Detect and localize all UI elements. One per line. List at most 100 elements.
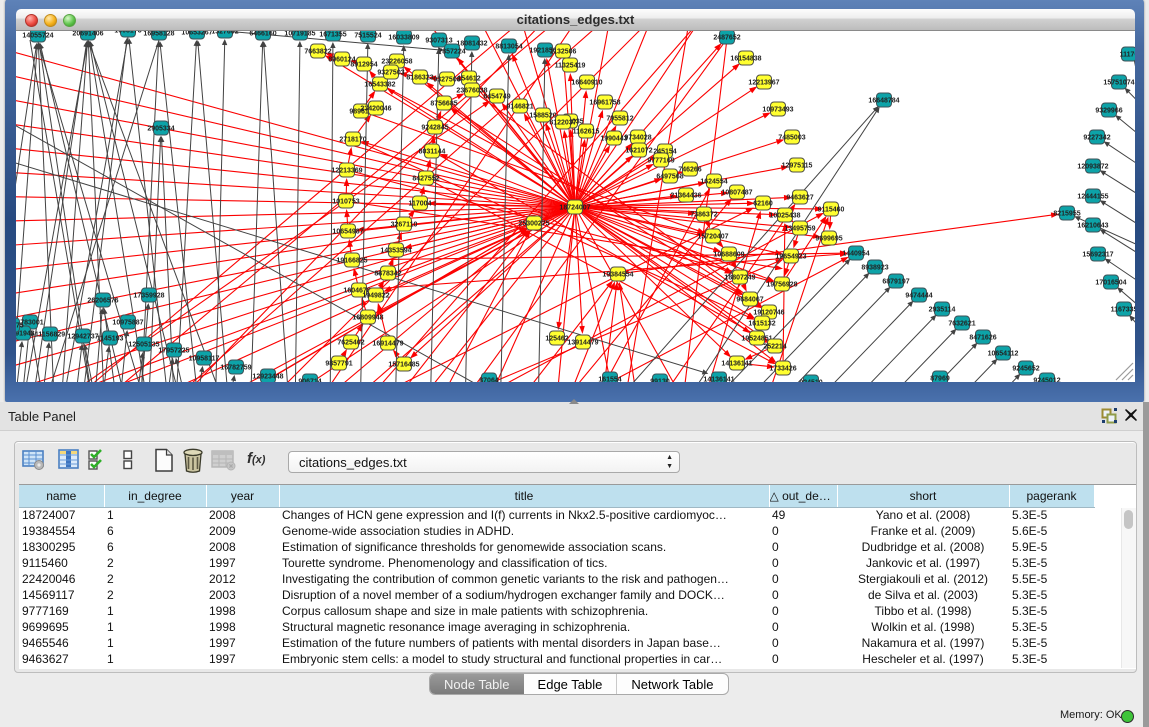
svg-text:1010753: 1010753 <box>332 199 359 206</box>
svg-text:10719185: 10719185 <box>284 31 315 38</box>
svg-text:8122037: 8122037 <box>549 120 576 127</box>
svg-text:9115460: 9115460 <box>818 207 845 214</box>
svg-text:1132506: 1132506 <box>550 49 577 56</box>
svg-text:16914479: 16914479 <box>372 341 403 348</box>
svg-text:2905334: 2905334 <box>147 126 174 133</box>
svg-text:8427552: 8427552 <box>412 176 439 183</box>
svg-text:87969: 87969 <box>930 376 950 383</box>
svg-text:19120746: 19120746 <box>753 310 784 317</box>
svg-text:16809948: 16809948 <box>352 315 383 322</box>
svg-text:10654987: 10654987 <box>332 229 363 236</box>
svg-text:16543382: 16543382 <box>364 82 395 89</box>
svg-text:17016504: 17016504 <box>1095 280 1126 287</box>
svg-text:1615132: 1615132 <box>748 321 775 328</box>
svg-text:16154838: 16154838 <box>730 56 761 63</box>
svg-text:87064: 87064 <box>479 378 499 383</box>
svg-text:10688609: 10688609 <box>713 252 744 259</box>
svg-text:9463627: 9463627 <box>786 195 813 202</box>
svg-text:7663822: 7663822 <box>304 49 331 56</box>
svg-text:1624554: 1624554 <box>700 179 727 186</box>
svg-text:9146821: 9146821 <box>506 104 533 111</box>
svg-text:1733426: 1733426 <box>769 366 796 373</box>
svg-text:12975115: 12975115 <box>782 163 813 170</box>
svg-text:23226058: 23226058 <box>381 59 412 66</box>
svg-text:2487652: 2487652 <box>713 35 740 42</box>
svg-text:117004: 117004 <box>409 201 432 208</box>
svg-text:9245012: 9245012 <box>1033 378 1060 383</box>
svg-text:9227342: 9227342 <box>1083 135 1110 142</box>
svg-text:12093872: 12093872 <box>1077 164 1108 171</box>
svg-text:125462: 125462 <box>545 336 568 343</box>
svg-text:1588520: 1588520 <box>529 113 556 120</box>
svg-text:16648784: 16648784 <box>868 98 899 105</box>
svg-text:12923448: 12923448 <box>252 374 283 381</box>
svg-text:13914479: 13914479 <box>567 340 598 347</box>
svg-text:9327503: 9327503 <box>377 70 404 77</box>
svg-text:16958128: 16958128 <box>143 31 174 38</box>
svg-text:8912954: 8912954 <box>350 62 377 69</box>
svg-text:16210643: 16210643 <box>1077 223 1108 230</box>
svg-text:924510: 924510 <box>799 380 822 383</box>
svg-text:10653267: 10653267 <box>181 31 212 37</box>
svg-text:7632621: 7632621 <box>948 321 975 328</box>
svg-text:3267110: 3267110 <box>391 222 418 229</box>
svg-text:12444155: 12444155 <box>1077 194 1108 201</box>
svg-text:12942737: 12942737 <box>67 334 98 341</box>
svg-text:13495759: 13495759 <box>784 226 815 233</box>
svg-text:17957225: 17957225 <box>158 348 189 355</box>
svg-text:8031144: 8031144 <box>419 149 446 156</box>
svg-text:14055724: 14055724 <box>22 33 53 40</box>
svg-text:7625402: 7625402 <box>337 340 364 347</box>
svg-text:910075: 910075 <box>16 323 24 330</box>
svg-text:8756685: 8756685 <box>430 101 457 108</box>
svg-text:11156829: 11156829 <box>35 332 65 339</box>
svg-text:9684067: 9684067 <box>736 297 763 304</box>
svg-text:16033809: 16033809 <box>388 35 419 42</box>
svg-text:8938923: 8938923 <box>861 265 888 272</box>
svg-text:14136141: 14136141 <box>703 377 734 383</box>
svg-text:9242845: 9242845 <box>421 125 448 132</box>
svg-text:15692317: 15692317 <box>1082 252 1113 259</box>
svg-text:25300275: 25300275 <box>518 221 549 228</box>
svg-text:1162615: 1162615 <box>573 129 600 136</box>
svg-text:16782759: 16782759 <box>220 365 251 372</box>
svg-text:1621072: 1621072 <box>625 148 652 155</box>
svg-text:23420046: 23420046 <box>360 106 391 113</box>
svg-text:14136141: 14136141 <box>721 361 752 368</box>
svg-text:1949822: 1949822 <box>362 293 389 300</box>
svg-text:12213369: 12213369 <box>331 168 362 175</box>
svg-text:9329966: 9329966 <box>1095 108 1122 115</box>
svg-text:9734028: 9734028 <box>624 135 651 142</box>
svg-text:1003173: 1003173 <box>114 31 141 35</box>
svg-text:8186323: 8186323 <box>406 75 433 82</box>
svg-text:2935114: 2935114 <box>929 307 956 314</box>
svg-text:8471626: 8471626 <box>969 335 996 342</box>
svg-text:252214: 252214 <box>763 344 786 351</box>
svg-text:15716485: 15716485 <box>388 362 419 369</box>
svg-text:17359928: 17359928 <box>133 293 164 300</box>
svg-text:19384554: 19384554 <box>602 272 633 279</box>
svg-text:16961758: 16961758 <box>589 100 620 107</box>
svg-text:10958117: 10958117 <box>189 356 220 363</box>
svg-text:9245652: 9245652 <box>1012 366 1039 373</box>
svg-text:9307313: 9307313 <box>425 38 452 45</box>
svg-text:6879197: 6879197 <box>882 279 909 286</box>
svg-text:18807249: 18807249 <box>724 275 755 282</box>
svg-text:7515524: 7515524 <box>354 33 381 40</box>
svg-text:99130: 99130 <box>650 379 670 383</box>
svg-text:15720407: 15720407 <box>697 234 728 241</box>
svg-text:746266: 746266 <box>678 167 701 174</box>
svg-text:8215955: 8215955 <box>1053 211 1080 218</box>
svg-text:6497568: 6497568 <box>656 174 683 181</box>
svg-text:12505135: 12505135 <box>128 342 159 349</box>
svg-text:10975887: 10975887 <box>112 320 143 327</box>
svg-text:7386372: 7386372 <box>690 212 717 219</box>
svg-text:1671355: 1671355 <box>319 32 346 39</box>
svg-text:12213967: 12213967 <box>748 80 779 87</box>
svg-text:1527602: 1527602 <box>211 31 238 36</box>
svg-text:10807487: 10807487 <box>721 190 752 197</box>
svg-text:10654112: 10654112 <box>988 351 1019 358</box>
svg-text:9474444: 9474444 <box>905 293 932 300</box>
svg-text:20691406: 20691406 <box>72 31 103 38</box>
svg-text:14353594: 14353594 <box>380 248 411 255</box>
